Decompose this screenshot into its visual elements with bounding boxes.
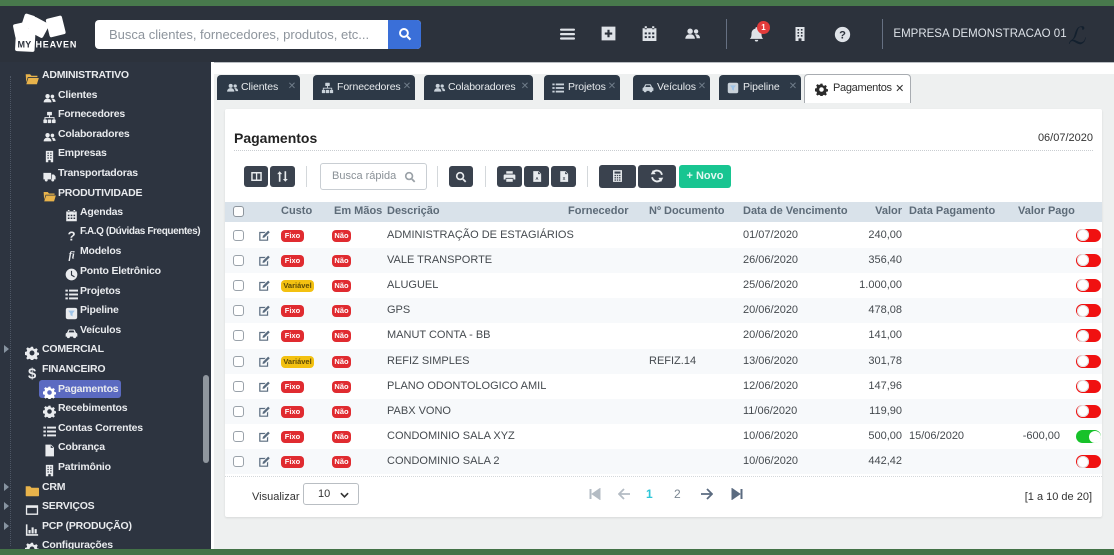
svg-text:HEAVEN: HEAVEN: [36, 40, 78, 50]
svg-text:MY: MY: [18, 40, 32, 50]
